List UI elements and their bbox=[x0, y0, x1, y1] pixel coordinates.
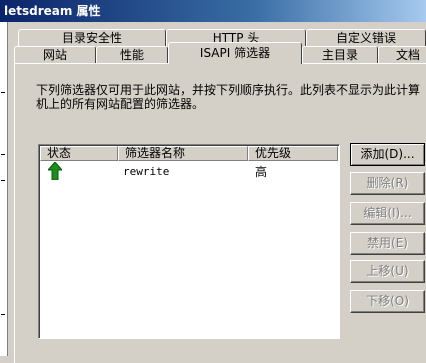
window-title: letsdream 属性 bbox=[4, 4, 101, 18]
add-button[interactable]: 添加(D)... bbox=[350, 143, 425, 166]
column-header-filter-name[interactable]: 筛选器名称 bbox=[118, 146, 248, 161]
green-up-arrow-icon bbox=[46, 161, 64, 183]
tab-website[interactable]: 网站 bbox=[14, 46, 96, 64]
filter-list[interactable]: 状态 筛选器名称 优先级 rewrite 高 bbox=[38, 144, 340, 339]
background-window-edge bbox=[0, 22, 8, 356]
filter-name-cell: rewrite bbox=[123, 165, 170, 178]
tab-isapi-filters[interactable]: ISAPI 筛选器 bbox=[168, 42, 302, 64]
edit-button[interactable]: 编辑(I)... bbox=[350, 202, 425, 225]
column-header-priority[interactable]: 优先级 bbox=[248, 146, 338, 161]
tab-directory-security[interactable]: 目录安全性 bbox=[18, 29, 166, 47]
remove-button[interactable]: 删除(R) bbox=[350, 172, 425, 195]
tab-home-directory[interactable]: 主目录 bbox=[302, 46, 378, 64]
tab-custom-errors[interactable]: 自定义错误 bbox=[306, 29, 426, 47]
move-up-button[interactable]: 上移(U) bbox=[350, 260, 425, 283]
filter-priority-cell: 高 bbox=[255, 165, 268, 179]
move-down-button[interactable]: 下移(O) bbox=[350, 290, 425, 313]
tab-documents[interactable]: 文档 bbox=[378, 46, 426, 64]
title-bar: letsdream 属性 bbox=[0, 0, 426, 22]
list-item[interactable]: rewrite 高 bbox=[40, 161, 338, 183]
description-text: 下列筛选器仅可用于此网站，并按下列顺序执行。此列表不显示为此计算机上的所有网站配… bbox=[36, 83, 421, 111]
column-header-status[interactable]: 状态 bbox=[40, 146, 118, 161]
disable-button[interactable]: 禁用(E) bbox=[350, 232, 425, 255]
tab-performance[interactable]: 性能 bbox=[96, 46, 168, 64]
